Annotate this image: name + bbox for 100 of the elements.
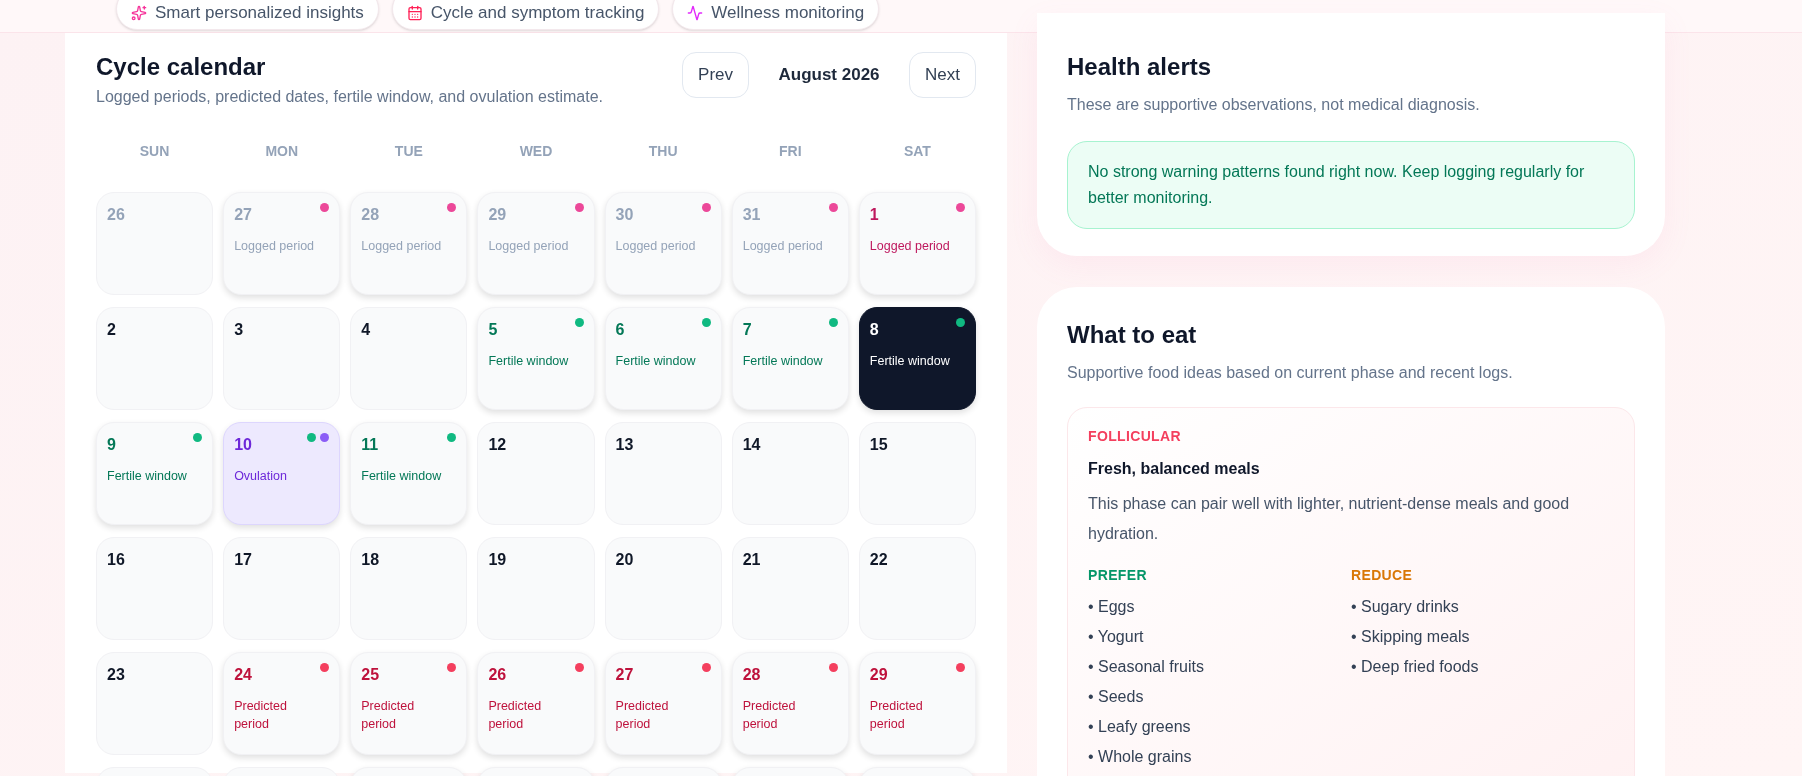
phase-description: This phase can pair well with lighter, nutrient-dense meals and good hydration.: [1088, 494, 1571, 544]
day-label: Logged period: [615, 238, 697, 255]
day-cell[interactable]: 6 Fertile window: [604, 307, 722, 410]
day-number: 23: [107, 665, 126, 685]
day-number: 30: [615, 205, 635, 225]
day-cell[interactable]: 18: [350, 537, 468, 640]
day-cell[interactable]: 28 Predicted period: [731, 652, 849, 755]
food-item: • Seasonal fruits: [1088, 658, 1205, 676]
day-number: 21: [742, 550, 762, 570]
day-number: 5: [488, 320, 499, 340]
day-number: 28: [361, 205, 381, 225]
day-label: Fertile window: [107, 468, 188, 485]
day-label: Fertile window: [869, 353, 951, 370]
feature-label: Wellness monitoring: [711, 2, 865, 25]
day-number: 31: [742, 205, 762, 225]
day-label: Logged period: [361, 238, 443, 255]
day-cell[interactable]: 21: [731, 537, 849, 640]
day-number: 22: [869, 550, 889, 570]
card-subtitle: Supportive food ideas based on current phase and recent logs.: [1067, 363, 1514, 383]
day-cell[interactable]: 7 Fertile window: [731, 307, 849, 410]
day-label: Predicted period: [488, 698, 543, 733]
food-item: • Yogurt: [1088, 628, 1145, 646]
day-cell[interactable]: 13: [604, 422, 722, 525]
day-cell[interactable]: 27 Predicted period: [604, 652, 722, 755]
day-cell[interactable]: 25 Predicted period: [350, 652, 468, 755]
card-title: What to eat: [1067, 320, 1198, 350]
day-cell[interactable]: 11 Fertile window: [350, 422, 468, 525]
day-cell[interactable]: 8 Fertile window: [858, 307, 976, 410]
day-number: 29: [488, 205, 508, 225]
sparkles-icon: [131, 5, 147, 21]
reduce-label: REDUCE: [1351, 566, 1414, 585]
day-cell[interactable]: 19: [477, 537, 595, 640]
day-number: 29: [869, 665, 889, 685]
day-cell[interactable]: 29 Predicted period: [858, 652, 976, 755]
day-label: Fertile window: [742, 353, 824, 370]
day-label: Predicted period: [742, 698, 797, 733]
day-number: 1: [869, 205, 880, 225]
day-number: 17: [234, 550, 253, 570]
day-number: 13: [615, 435, 635, 455]
day-cell[interactable]: 20: [604, 537, 722, 640]
food-item: • Seeds: [1088, 688, 1145, 706]
day-number: 27: [615, 665, 635, 685]
card-subtitle: These are supportive observations, not medical diagnosis.: [1067, 95, 1481, 115]
day-cell[interactable]: 12: [477, 422, 595, 525]
day-cell[interactable]: 17: [223, 537, 341, 640]
prev-button[interactable]: Prev: [682, 52, 750, 98]
day-number: 28: [742, 665, 762, 685]
day-cell[interactable]: 4: [350, 307, 468, 410]
weekday-label: WED: [518, 142, 554, 161]
day-label: Fertile window: [488, 353, 570, 370]
day-cell[interactable]: 3: [223, 307, 341, 410]
day-label: Fertile window: [615, 353, 697, 370]
day-number: 10: [234, 435, 253, 455]
day-number: 15: [869, 435, 889, 455]
calendar-subtitle: Logged periods, predicted dates, fertile window, and ovulation estimate.: [96, 87, 603, 107]
day-number: 16: [107, 550, 126, 570]
day-number: 18: [361, 550, 381, 570]
card-title: Health alerts: [1067, 52, 1213, 82]
day-label: Fertile window: [361, 468, 443, 485]
day-cell[interactable]: 16: [96, 537, 214, 640]
day-cell[interactable]: 22: [858, 537, 976, 640]
day-number: 24: [234, 665, 253, 685]
day-cell[interactable]: 2: [96, 307, 214, 410]
day-label: Predicted period: [615, 698, 670, 733]
day-number: 14: [742, 435, 762, 455]
day-cell[interactable]: 14: [731, 422, 849, 525]
phase-label: FOLLICULAR: [1088, 427, 1182, 446]
day-number: 20: [615, 550, 635, 570]
month-label: August 2026: [777, 64, 881, 87]
day-label: Logged period: [234, 238, 316, 255]
day-label: Predicted period: [361, 698, 416, 733]
day-label: Ovulation: [234, 468, 288, 485]
day-number: 26: [488, 665, 508, 685]
feature-label: Cycle and symptom tracking: [430, 2, 645, 25]
phase-heading: Fresh, balanced meals: [1088, 459, 1261, 479]
day-cell[interactable]: 5 Fertile window: [477, 307, 595, 410]
day-number: 7: [742, 320, 753, 340]
day-number: 26: [107, 205, 126, 225]
day-number: 2: [107, 320, 117, 340]
day-cell[interactable]: 26 Predicted period: [477, 652, 595, 755]
day-number: 19: [488, 550, 508, 570]
food-item: • Leafy greens: [1088, 718, 1192, 736]
day-cell[interactable]: 1 Logged period: [858, 192, 976, 295]
day-number: 3: [234, 320, 245, 340]
day-number: 12: [488, 435, 508, 455]
day-number: 6: [615, 320, 626, 340]
day-cell[interactable]: 9 Fertile window: [96, 422, 214, 525]
next-button[interactable]: Next: [909, 52, 976, 98]
day-cell[interactable]: 24 Predicted period: [223, 652, 341, 755]
day-label: Logged period: [742, 238, 824, 255]
day-cell[interactable]: 15: [858, 422, 976, 525]
prefer-label: PREFER: [1088, 566, 1148, 585]
pulse-icon: [687, 5, 704, 21]
day-cell[interactable]: 23: [96, 652, 214, 755]
alert-message: No strong warning patterns found right now. Keep logging regularly for better monitoring.: [1067, 141, 1635, 229]
food-item: • Sugary drinks: [1351, 598, 1460, 616]
food-item: • Skipping meals: [1351, 628, 1471, 646]
day-label: Logged period: [488, 238, 570, 255]
day-cell[interactable]: 10 Ovulation: [223, 422, 341, 525]
day-number: 9: [107, 435, 117, 455]
